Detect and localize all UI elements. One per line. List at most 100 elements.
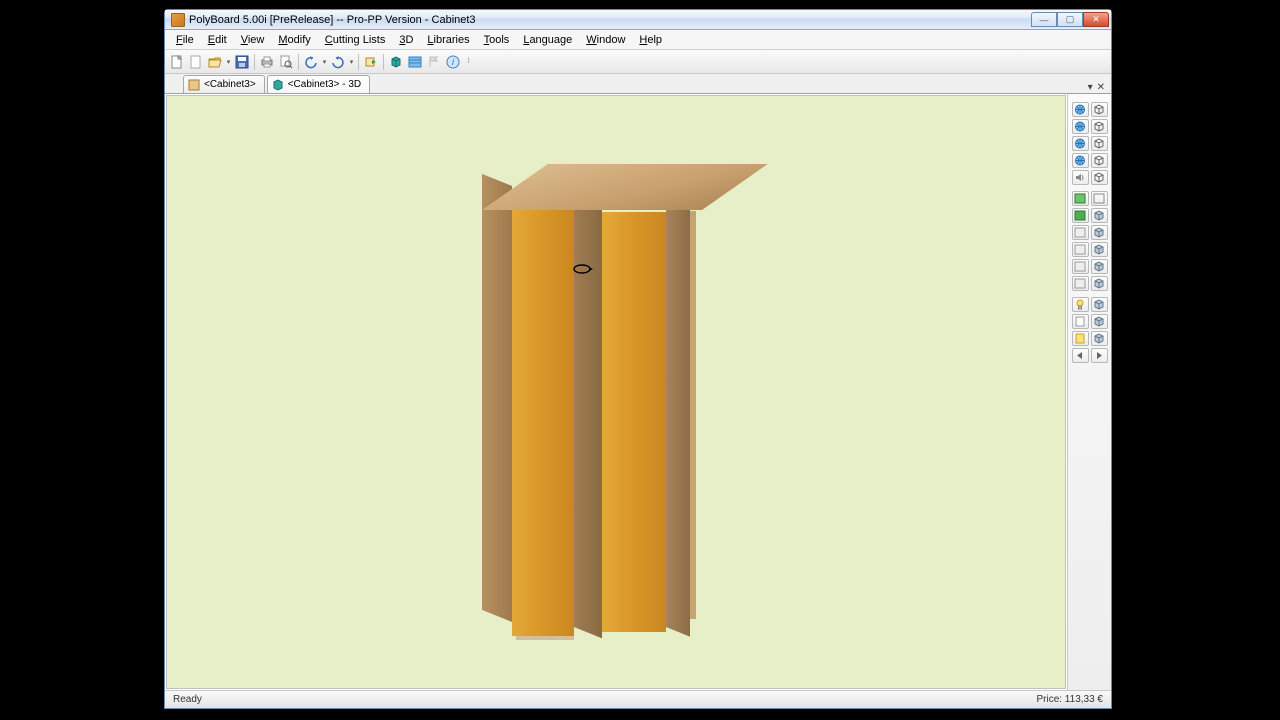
panel-green-button[interactable] (1072, 191, 1089, 206)
tab-cabinet3-label: <Cabinet3> (204, 79, 256, 90)
box-icon (1074, 261, 1086, 272)
tab-menu-button[interactable]: ▾ (1088, 82, 1093, 93)
cube-solid-button[interactable] (1091, 297, 1108, 312)
cube-solid-button[interactable] (1091, 276, 1108, 291)
box-button[interactable] (1072, 225, 1089, 240)
titlebar[interactable]: PolyBoard 5.00i [PreRelease] -- Pro-PP V… (165, 10, 1111, 30)
application-window: PolyBoard 5.00i [PreRelease] -- Pro-PP V… (164, 9, 1112, 709)
menu-window[interactable]: Window (579, 32, 632, 48)
menu-help[interactable]: Help (632, 32, 669, 48)
export-button[interactable] (362, 53, 380, 71)
page-y-button[interactable] (1072, 331, 1089, 346)
save-button[interactable] (233, 53, 251, 71)
box-button[interactable] (1072, 259, 1089, 274)
main-toolbar: ▾ ▾ ▾ i ⁞ (165, 50, 1111, 74)
cube-wire-button[interactable] (1091, 153, 1108, 168)
tab-cabinet3-3d[interactable]: <Cabinet3> - 3D (267, 75, 370, 93)
menu-3d[interactable]: 3D (392, 32, 420, 48)
cube-wire-icon (1093, 121, 1105, 132)
flag-button[interactable] (425, 53, 443, 71)
arrow-l-button[interactable] (1072, 348, 1089, 363)
page-button[interactable] (1072, 314, 1089, 329)
cube-solid-icon (1093, 227, 1105, 238)
cube-solid-icon (1093, 278, 1105, 289)
cube-solid-button[interactable] (1091, 208, 1108, 223)
cube-wire-icon (1093, 138, 1105, 149)
open-dropdown[interactable]: ▾ (225, 53, 232, 71)
box-empty-button[interactable] (1091, 191, 1108, 206)
cabinet-3d-model (467, 164, 717, 634)
info-button[interactable]: i (444, 53, 462, 71)
globe-target-button[interactable] (1072, 153, 1089, 168)
3d-cube-button[interactable] (387, 53, 405, 71)
panel-green2-button[interactable] (1072, 208, 1089, 223)
window-controls: — ▢ ✕ (1031, 12, 1109, 27)
globe-button[interactable] (1072, 119, 1089, 134)
bulb-icon (1074, 299, 1086, 310)
cube-solid-button[interactable] (1091, 242, 1108, 257)
cube-solid-icon (1093, 210, 1105, 221)
box-icon (1074, 278, 1086, 289)
tab-cabinet3[interactable]: <Cabinet3> (183, 75, 265, 93)
arrow-l-icon (1074, 350, 1086, 361)
tab-close-button[interactable]: ✕ (1097, 82, 1105, 93)
panel-green2-icon (1074, 210, 1086, 221)
box-icon (1074, 244, 1086, 255)
toolbar-overflow[interactable]: ⁞ (465, 53, 472, 71)
page-icon (1074, 316, 1086, 327)
globe-target-icon (1074, 155, 1086, 166)
3d-viewport[interactable] (166, 95, 1066, 689)
globe-icon (1074, 121, 1086, 132)
bulb-button[interactable] (1072, 297, 1089, 312)
cube-solid-icon (1093, 299, 1105, 310)
maximize-button[interactable]: ▢ (1057, 12, 1083, 27)
globe-button[interactable] (1072, 102, 1089, 117)
3d-list-button[interactable] (406, 53, 424, 71)
statusbar: Ready Price: 113,33 € (165, 690, 1111, 708)
cube-solid-button[interactable] (1091, 331, 1108, 346)
arrow-r-button[interactable] (1091, 348, 1108, 363)
print-button[interactable] (258, 53, 276, 71)
new-file-button[interactable] (168, 53, 186, 71)
cube-wire-button[interactable] (1091, 136, 1108, 151)
cube-solid-button[interactable] (1091, 225, 1108, 240)
menu-file[interactable]: File (169, 32, 201, 48)
cube-solid-button[interactable] (1091, 259, 1108, 274)
globe-arrow-button[interactable] (1072, 136, 1089, 151)
close-button[interactable]: ✕ (1083, 12, 1109, 27)
cube-wire-button[interactable] (1091, 170, 1108, 185)
new-blank-button[interactable] (187, 53, 205, 71)
box-button[interactable] (1072, 276, 1089, 291)
menu-modify[interactable]: Modify (271, 32, 317, 48)
open-button[interactable] (206, 53, 224, 71)
redo-button[interactable] (329, 53, 347, 71)
undo-button[interactable] (302, 53, 320, 71)
document-tabs: <Cabinet3> <Cabinet3> - 3D ▾ ✕ (165, 74, 1111, 94)
cube-wire-button[interactable] (1091, 102, 1108, 117)
cabinet-icon (188, 79, 200, 91)
minimize-button[interactable]: — (1031, 12, 1057, 27)
cube-solid-button[interactable] (1091, 314, 1108, 329)
cube-solid-icon (1093, 316, 1105, 327)
cube-wire-icon (1093, 104, 1105, 115)
cube-wire-icon (1093, 172, 1105, 183)
sound-button[interactable] (1072, 170, 1089, 185)
menu-tools[interactable]: Tools (477, 32, 517, 48)
redo-dropdown[interactable]: ▾ (348, 53, 355, 71)
menu-edit[interactable]: Edit (201, 32, 234, 48)
workspace (165, 94, 1111, 690)
status-price: Price: 113,33 € (1036, 694, 1103, 705)
cube-wire-icon (1093, 155, 1105, 166)
cube-wire-button[interactable] (1091, 119, 1108, 134)
box-button[interactable] (1072, 242, 1089, 257)
undo-dropdown[interactable]: ▾ (321, 53, 328, 71)
status-ready: Ready (173, 694, 202, 705)
tab-controls: ▾ ✕ (1088, 82, 1105, 93)
cube-solid-icon (1093, 333, 1105, 344)
menu-cutting-lists[interactable]: Cutting Lists (318, 32, 393, 48)
menu-view[interactable]: View (234, 32, 272, 48)
panel-green-icon (1074, 193, 1086, 204)
print-preview-button[interactable] (277, 53, 295, 71)
menu-language[interactable]: Language (516, 32, 579, 48)
menu-libraries[interactable]: Libraries (420, 32, 476, 48)
